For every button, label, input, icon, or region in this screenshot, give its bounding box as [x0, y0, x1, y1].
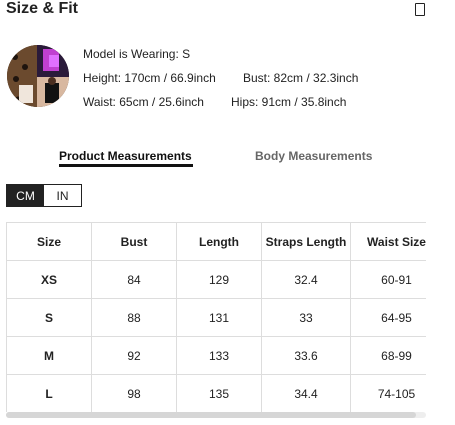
size-table: Size Bust Length Straps Length Waist Siz…: [6, 222, 426, 412]
model-hips: Hips: 91cm / 35.8inch: [231, 95, 347, 109]
waist-size-cell: 74-105: [350, 374, 426, 412]
column-header-size: Size: [6, 222, 92, 261]
active-tab-indicator: [59, 164, 193, 167]
column-header-length: Length: [176, 222, 262, 261]
column-header-straps-length: Straps Length: [261, 222, 351, 261]
length-cell: 131: [176, 298, 262, 337]
table-row: L 98 135 34.4 74-105: [6, 374, 426, 412]
size-cell: XS: [6, 260, 92, 299]
model-wearing: Model is Wearing: S: [83, 47, 191, 61]
straps-length-cell: 32.4: [261, 260, 351, 299]
tab-body-measurements[interactable]: Body Measurements: [255, 149, 372, 163]
size-cell: M: [6, 336, 92, 375]
bust-cell: 84: [91, 260, 177, 299]
page-title: Size & Fit: [6, 0, 79, 17]
length-cell: 133: [176, 336, 262, 375]
table-row: M 92 133 33.6 68-99: [6, 336, 426, 375]
waist-size-cell: 68-99: [350, 336, 426, 375]
waist-size-cell: 60-91: [350, 260, 426, 299]
length-cell: 135: [176, 374, 262, 412]
model-bust: Bust: 82cm / 32.3inch: [243, 71, 359, 85]
unit-in-button[interactable]: IN: [44, 185, 81, 206]
straps-length-cell: 33.6: [261, 336, 351, 375]
close-icon[interactable]: [415, 3, 425, 16]
bust-cell: 98: [91, 374, 177, 412]
tab-product-measurements[interactable]: Product Measurements: [59, 149, 192, 163]
column-header-bust: Bust: [91, 222, 177, 261]
table-row: S 88 131 33 64-95: [6, 298, 426, 337]
table-header-row: Size Bust Length Straps Length Waist Siz…: [6, 222, 426, 261]
straps-length-cell: 33: [261, 298, 351, 337]
horizontal-scrollbar[interactable]: [6, 412, 426, 418]
unit-toggle: CM IN: [6, 184, 82, 207]
size-fit-panel: Size & Fit Model is Wearing: S Height: 1…: [0, 0, 455, 425]
waist-size-cell: 64-95: [350, 298, 426, 337]
model-avatar: [7, 45, 69, 107]
model-photo-collage: [7, 45, 69, 107]
table-row: XS 84 129 32.4 60-91: [6, 260, 426, 299]
bust-cell: 88: [91, 298, 177, 337]
size-cell: L: [6, 374, 92, 412]
column-header-waist-size: Waist Size: [350, 222, 426, 261]
model-waist: Waist: 65cm / 25.6inch: [83, 95, 204, 109]
model-height: Height: 170cm / 66.9inch: [83, 71, 216, 85]
length-cell: 129: [176, 260, 262, 299]
scrollbar-thumb[interactable]: [6, 412, 416, 418]
bust-cell: 92: [91, 336, 177, 375]
unit-cm-button[interactable]: CM: [7, 185, 44, 206]
size-cell: S: [6, 298, 92, 337]
size-table-scroll-area[interactable]: Size Bust Length Straps Length Waist Siz…: [6, 222, 426, 412]
straps-length-cell: 34.4: [261, 374, 351, 412]
